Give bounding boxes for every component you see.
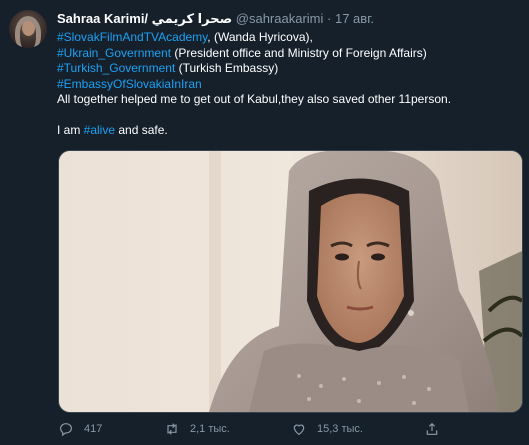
reply-button[interactable]: 417 — [58, 421, 102, 437]
share-icon — [426, 422, 438, 435]
meta-separator: · — [327, 11, 332, 26]
tweet-line: #Ukrain_Government (President office and… — [57, 46, 517, 62]
tweet-line: #SlovakFilmAndTVAcademy, (Wanda Hyricova… — [57, 30, 517, 46]
tweet-photo[interactable] — [58, 150, 523, 413]
like-button[interactable]: 15,3 тыс. — [291, 421, 363, 437]
tweet-actions: 417 2,1 тыс. 15,3 тыс. — [58, 421, 518, 439]
like-count: 15,3 тыс. — [317, 423, 363, 435]
avatar-scarf — [15, 16, 41, 48]
tweet-line-text: (President office and Ministry of Foreig… — [171, 45, 427, 60]
closing-suffix: and safe. — [115, 123, 168, 137]
author-name[interactable]: Sahraa Karimi/ صحرا كريمي — [57, 11, 232, 26]
tweet-line: #EmbassyOfSlovakiaInIran — [57, 77, 517, 93]
hashtag-link[interactable]: #EmbassyOfSlovakiaInIran — [57, 77, 202, 91]
tweet-header: Sahraa Karimi/ صحرا كريمي @sahraakarimi … — [57, 11, 519, 27]
tweet-text: #SlovakFilmAndTVAcademy, (Wanda Hyricova… — [57, 30, 517, 139]
tweet-sentence: All together helped me to get out of Kab… — [57, 92, 452, 106]
like-heart-icon — [293, 424, 305, 436]
share-button[interactable] — [424, 421, 440, 437]
avatar[interactable] — [9, 10, 47, 48]
hashtag-link[interactable]: #SlovakFilmAndTVAcademy — [57, 30, 207, 44]
tweet-date[interactable]: 17 авг. — [335, 11, 374, 26]
reply-count: 417 — [84, 423, 103, 435]
reply-icon — [60, 423, 72, 437]
tweet-closing: I am #alive and safe. — [57, 123, 517, 139]
hashtag-link[interactable]: #alive — [84, 123, 115, 137]
tweet-line-text: , (Wanda Hyricova), — [207, 30, 313, 44]
retweet-button[interactable]: 2,1 тыс. — [164, 421, 230, 437]
closing-prefix: I am — [57, 123, 84, 137]
hashtag-link[interactable]: #Ukrain_Government — [57, 46, 171, 60]
tweet-line-text: (Turkish Embassy) — [175, 61, 279, 75]
retweet-icon — [167, 423, 177, 435]
tweet-line: #Turkish_Government (Turkish Embassy) — [57, 61, 517, 77]
hashtag-link[interactable]: #Turkish_Government — [57, 61, 175, 75]
retweet-count: 2,1 тыс. — [190, 423, 230, 435]
tweet-card[interactable]: Sahraa Karimi/ صحرا كريمي @sahraakarimi … — [0, 0, 529, 445]
portrait-photo — [59, 151, 522, 412]
author-handle[interactable]: @sahraakarimi — [236, 11, 324, 26]
